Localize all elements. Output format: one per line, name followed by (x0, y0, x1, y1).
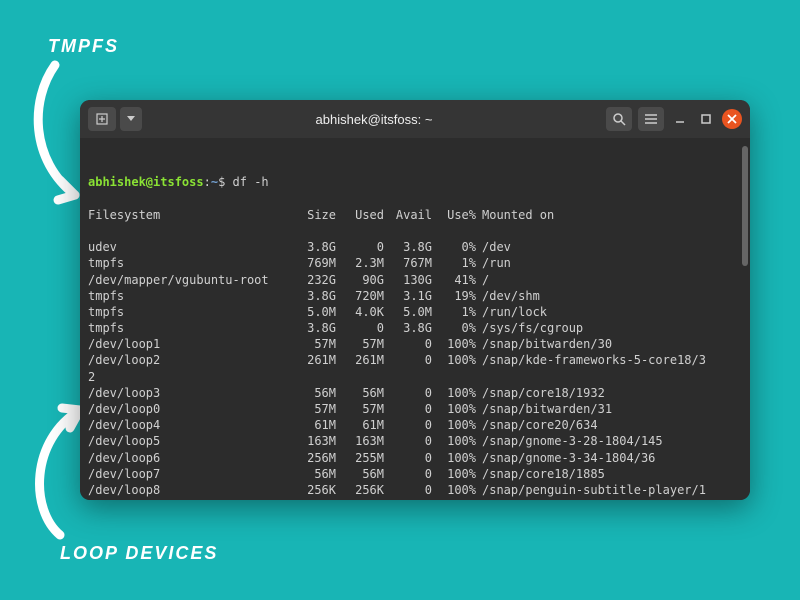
annotation-loop-devices: LOOP DEVICES (60, 543, 218, 564)
maximize-button[interactable] (696, 109, 716, 129)
table-row: /dev/loop8256K256K0100%/snap/penguin-sub… (88, 482, 742, 498)
table-row: tmpfs3.8G03.8G0%/sys/fs/cgroup (88, 320, 742, 336)
table-row: tmpfs769M2.3M767M1%/run (88, 255, 742, 271)
new-tab-button[interactable] (88, 107, 116, 131)
table-row: tmpfs5.0M4.0K5.0M1%/run/lock (88, 304, 742, 320)
table-row: /dev/loop2261M261M0100%/snap/kde-framewo… (88, 352, 742, 368)
table-row: /dev/loop756M56M0100%/snap/core18/1885 (88, 466, 742, 482)
search-button[interactable] (606, 107, 632, 131)
table-row: /dev/mapper/vgubuntu-root232G90G130G41%/ (88, 272, 742, 288)
titlebar: abhishek@itsfoss: ~ (80, 100, 750, 138)
dropdown-button[interactable] (120, 107, 142, 131)
scrollbar[interactable] (742, 146, 748, 266)
menu-button[interactable] (638, 107, 664, 131)
minimize-button[interactable] (670, 109, 690, 129)
terminal-window: abhishek@itsfoss: ~ abhishek@itsfoss:~$ … (80, 100, 750, 500)
close-button[interactable] (722, 109, 742, 129)
table-row: /dev/loop6256M255M0100%/snap/gnome-3-34-… (88, 450, 742, 466)
prompt-line: abhishek@itsfoss:~$ df -h (88, 174, 742, 190)
table-row: 2 (88, 369, 742, 385)
annotation-tmpfs: TMPFS (48, 36, 119, 57)
table-row: /dev/loop057M57M0100%/snap/bitwarden/31 (88, 401, 742, 417)
table-row: /dev/loop356M56M0100%/snap/core18/1932 (88, 385, 742, 401)
window-title: abhishek@itsfoss: ~ (148, 112, 600, 127)
command-text: df -h (233, 175, 269, 189)
table-row: udev3.8G03.8G0%/dev (88, 239, 742, 255)
table-header: FilesystemSize Used Avail Use%Mounted on (88, 207, 742, 223)
table-row: 6 (88, 498, 742, 500)
table-row: tmpfs3.8G720M3.1G19%/dev/shm (88, 288, 742, 304)
table-row: /dev/loop461M61M0100%/snap/core20/634 (88, 417, 742, 433)
terminal-body[interactable]: abhishek@itsfoss:~$ df -h FilesystemSize… (80, 138, 750, 500)
table-row: /dev/loop5163M163M0100%/snap/gnome-3-28-… (88, 433, 742, 449)
table-row: /dev/loop157M57M0100%/snap/bitwarden/30 (88, 336, 742, 352)
